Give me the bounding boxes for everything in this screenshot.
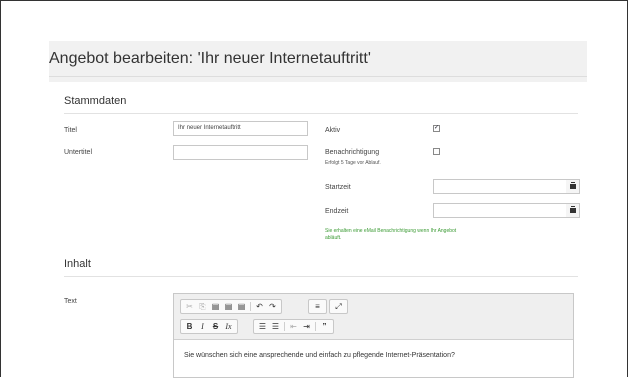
- italic-icon[interactable]: I: [196, 322, 209, 331]
- titel-label: Titel: [64, 127, 77, 134]
- section-divider: [64, 276, 578, 277]
- endzeit-calendar-button[interactable]: [566, 203, 580, 218]
- section-heading-inhalt: Inhalt: [64, 258, 91, 270]
- redo-icon[interactable]: ↷: [266, 302, 279, 311]
- toolbar-group-format: ≡: [308, 299, 327, 314]
- notification-info: Sie erhalten eine eMail Benachrichtigung…: [325, 228, 456, 242]
- paste-icon[interactable]: ▤: [209, 302, 222, 311]
- page-title: Angebot bearbeiten: 'Ihr neuer Interneta…: [49, 50, 371, 67]
- calendar-icon: [569, 206, 576, 213]
- aktiv-label: Aktiv: [325, 127, 341, 134]
- toolbar-group-clipboard: ✂ ⎘ ▤ ▤ ▤ ↶ ↷: [180, 299, 282, 314]
- horizontal-rule-icon[interactable]: ≡: [311, 302, 324, 311]
- untertitel-label: Untertitel: [64, 149, 93, 156]
- bold-icon[interactable]: B: [183, 322, 196, 331]
- section-divider: [64, 113, 578, 114]
- benachrichtigung-hint: Erfolgt 5 Tage vor Ablauf.: [325, 160, 381, 166]
- undo-icon[interactable]: ↶: [253, 302, 266, 311]
- toolbar-group-basicstyles: B I S Ix: [180, 319, 238, 334]
- startzeit-label: Startzeit: [325, 184, 351, 191]
- toolbar-group-view: ⤢: [329, 299, 348, 314]
- aktiv-checkbox[interactable]: ✓: [433, 125, 440, 132]
- benachrichtigung-checkbox[interactable]: [433, 148, 440, 155]
- copy-icon[interactable]: ⎘: [196, 302, 209, 312]
- paste-text-icon[interactable]: ▤: [222, 302, 235, 311]
- section-heading-stammdaten: Stammdaten: [64, 95, 127, 107]
- notification-info-line2: abläuft.: [325, 235, 342, 241]
- text-label: Text: [64, 298, 77, 305]
- maximize-icon[interactable]: ⤢: [332, 302, 345, 312]
- notification-info-line1: Sie erhalten eine eMail Benachrichtigung…: [325, 228, 457, 234]
- endzeit-label: Endzeit: [325, 208, 349, 215]
- strike-icon[interactable]: S: [209, 322, 222, 331]
- startzeit-input[interactable]: [433, 179, 567, 194]
- blockquote-icon[interactable]: ”: [318, 322, 331, 331]
- remove-format-icon[interactable]: Ix: [222, 322, 235, 331]
- untertitel-input[interactable]: [173, 145, 308, 160]
- calendar-icon: [569, 182, 576, 189]
- editor-toolbar: ✂ ⎘ ▤ ▤ ▤ ↶ ↷ ≡ ⤢ B I S Ix ☰ ☰ ⇤ ⇥ ”: [174, 294, 573, 340]
- startzeit-calendar-button[interactable]: [566, 179, 580, 194]
- toolbar-separator: [315, 322, 316, 331]
- bulleted-list-icon[interactable]: ☰: [269, 322, 282, 331]
- toolbar-group-lists: ☰ ☰ ⇤ ⇥ ”: [253, 319, 334, 334]
- rich-text-editor[interactable]: ✂ ⎘ ▤ ▤ ▤ ↶ ↷ ≡ ⤢ B I S Ix ☰ ☰ ⇤ ⇥ ” Sie…: [173, 293, 574, 378]
- editor-content[interactable]: Sie wünschen sich eine ansprechende und …: [184, 352, 455, 359]
- titel-input[interactable]: Ihr neuer Internetauftritt: [173, 121, 308, 136]
- toolbar-separator: [284, 322, 285, 331]
- endzeit-input[interactable]: [433, 203, 567, 218]
- cut-icon[interactable]: ✂: [183, 302, 196, 311]
- title-divider: [49, 76, 587, 77]
- paste-word-icon[interactable]: ▤: [235, 302, 248, 311]
- toolbar-separator: [250, 302, 251, 311]
- outdent-icon[interactable]: ⇤: [287, 322, 300, 331]
- benachrichtigung-label: Benachrichtigung: [325, 149, 380, 156]
- indent-icon[interactable]: ⇥: [300, 322, 313, 331]
- numbered-list-icon[interactable]: ☰: [256, 322, 269, 331]
